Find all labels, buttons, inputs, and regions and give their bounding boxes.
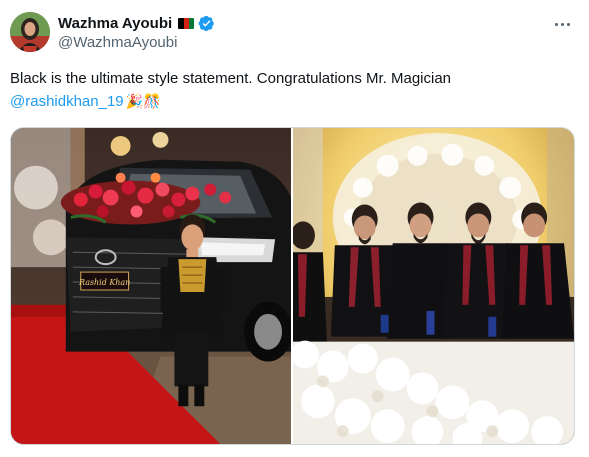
author-name-row: Wazhma Ayoubi <box>58 13 215 33</box>
tweet-text-line-2: @rashidkhan_19 🎉🎊 <box>10 90 580 113</box>
author-handle[interactable]: @WazhmaAyoubi <box>58 34 177 51</box>
verified-badge-icon <box>198 15 214 31</box>
author-display-name[interactable]: Wazhma Ayoubi <box>58 15 172 32</box>
avatar[interactable] <box>10 12 50 52</box>
mention-link[interactable]: @rashidkhan_19 <box>10 93 124 110</box>
more-options-icon[interactable] <box>550 14 574 34</box>
tweet-card[interactable]: Wazhma Ayoubi @WazhmaAyoubi Black is the… <box>0 0 589 457</box>
party-emoji: 🎉🎊 <box>125 93 161 109</box>
media-grid[interactable]: Rashid Khan <box>10 127 575 445</box>
tweet-text-line: Black is the ultimate style statement. C… <box>10 70 452 87</box>
license-plate-text: Rashid Khan <box>78 278 130 287</box>
avatar-image <box>10 12 50 52</box>
afghanistan-flag-icon <box>178 17 195 29</box>
tweet-text: Black is the ultimate style statement. C… <box>10 68 580 113</box>
photo-boy-with-car[interactable]: Rashid Khan <box>11 128 291 444</box>
photo-group-seated[interactable] <box>293 128 574 444</box>
